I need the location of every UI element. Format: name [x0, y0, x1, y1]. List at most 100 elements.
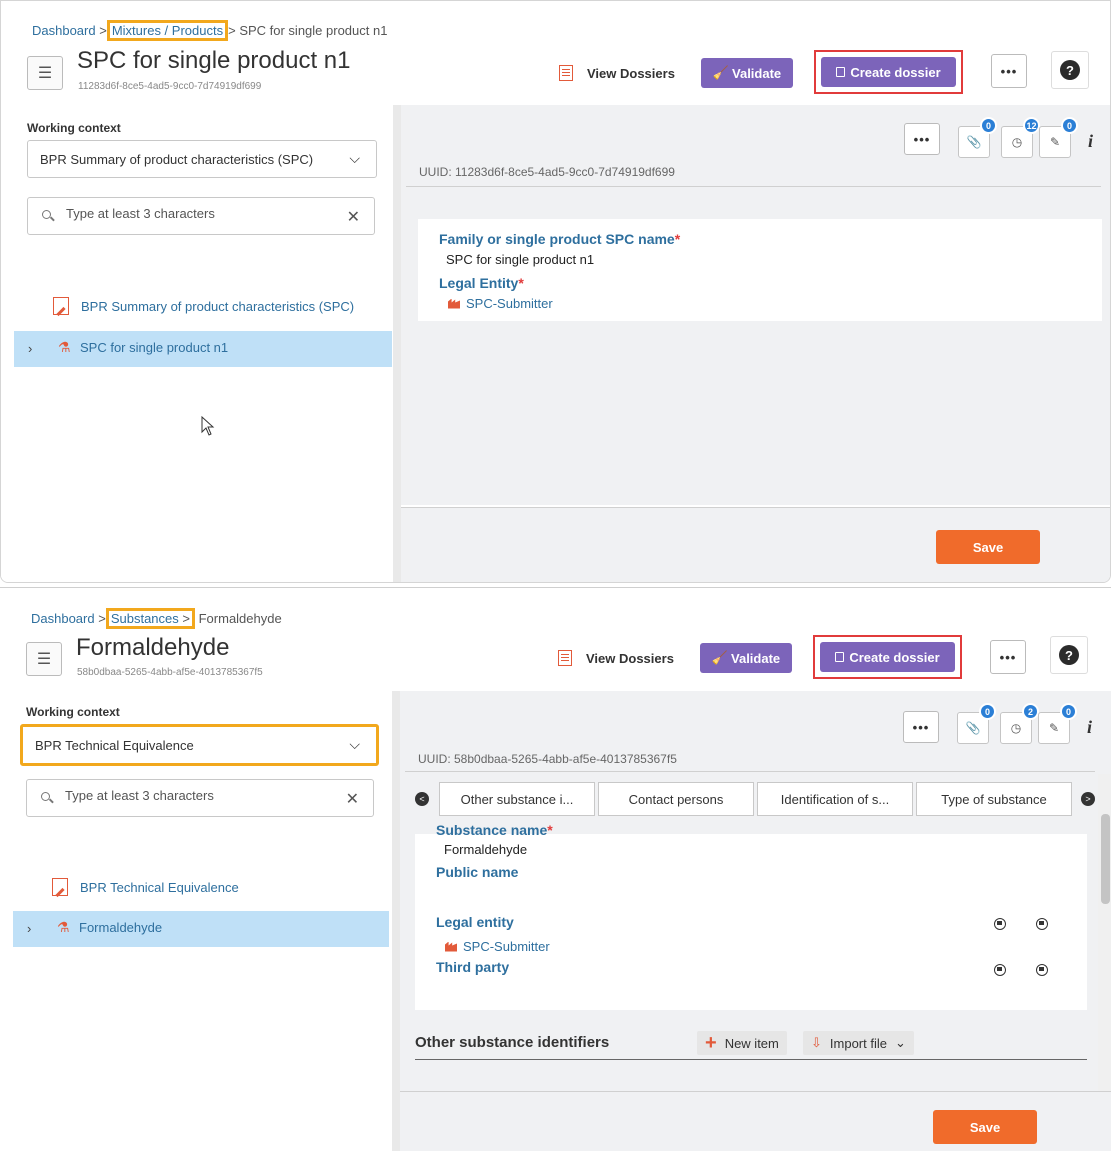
breadcrumb-dashboard[interactable]: Dashboard: [31, 611, 95, 626]
uuid-label: UUID: 58b0dbaa-5265-4abb-af5e-4013785367…: [418, 752, 677, 766]
working-context-value: BPR Summary of product characteristics (…: [40, 151, 314, 167]
history-badge: 12: [1023, 117, 1040, 134]
substance-name-label-text: Substance name: [436, 822, 548, 838]
annotations-button[interactable]: ✎ 0: [1038, 703, 1077, 744]
scrollbar-thumb[interactable]: [1101, 814, 1110, 904]
flag-icon[interactable]: [994, 918, 1006, 930]
menu-toggle-button[interactable]: ☰: [26, 642, 62, 676]
validate-button[interactable]: 🧹 Validate: [701, 58, 793, 88]
paperclip-icon: 📎: [966, 135, 982, 149]
clear-icon[interactable]: ✕: [346, 789, 359, 809]
tree-root-item[interactable]: BPR Summary of product characteristics (…: [53, 297, 354, 315]
tabs-prev-icon[interactable]: <: [415, 792, 429, 806]
view-dossiers-button[interactable]: View Dossiers: [559, 59, 675, 87]
tabs-next-icon[interactable]: >: [1081, 792, 1095, 806]
import-icon: ⇩: [811, 1035, 822, 1050]
uuid-label: UUID: 11283d6f-8ce5-4ad5-9cc0-7d74919df6…: [419, 165, 675, 179]
tree-root-item[interactable]: BPR Technical Equivalence: [52, 878, 239, 896]
save-button[interactable]: Save: [936, 530, 1040, 564]
attachments-button[interactable]: 📎 0: [958, 117, 997, 158]
tree-selected-item[interactable]: › ⚗ SPC for single product n1: [14, 331, 392, 367]
legal-entity-label: Legal entity: [436, 914, 514, 930]
history-badge: 2: [1022, 703, 1039, 720]
chevron-down-icon: ⌵: [349, 150, 360, 166]
save-button[interactable]: Save: [933, 1110, 1037, 1144]
content-more-button[interactable]: •••: [903, 711, 939, 743]
flag-icon[interactable]: [1036, 964, 1048, 976]
create-dossier-button[interactable]: Create dossier: [820, 642, 955, 672]
working-context-select[interactable]: BPR Technical Equivalence ⌵: [20, 724, 379, 766]
tree-search: ✕: [27, 197, 375, 235]
more-actions-button[interactable]: •••: [990, 640, 1026, 674]
menu-toggle-button[interactable]: ☰: [27, 56, 63, 90]
breadcrumb-current: Formaldehyde: [198, 611, 282, 626]
chevron-right-icon[interactable]: ›: [27, 921, 31, 936]
tree-selected-label: Formaldehyde: [79, 920, 163, 935]
content-more-button[interactable]: •••: [904, 123, 940, 155]
legal-entity-link[interactable]: SPC-Submitter: [448, 296, 553, 311]
broom-icon: 🧹: [712, 65, 730, 80]
breadcrumb: Dashboard > Mixtures / Products > SPC for …: [32, 20, 387, 41]
edit-document-icon: [53, 297, 69, 315]
substance-name-label: Substance name*: [436, 822, 553, 838]
breadcrumb-substances[interactable]: Substances: [111, 611, 179, 626]
hamburger-icon: ☰: [37, 65, 53, 82]
history-button[interactable]: ◷ 2: [1000, 703, 1039, 744]
flag-icon[interactable]: [1036, 918, 1048, 930]
tab-other-substance-identifiers[interactable]: Other substance i...: [439, 782, 595, 816]
footer-bar: Save: [400, 1091, 1111, 1151]
floppy-icon: [835, 652, 845, 662]
public-name-label: Public name: [436, 864, 519, 880]
tree-search-input[interactable]: [66, 206, 326, 221]
working-context-select[interactable]: BPR Summary of product characteristics (…: [27, 140, 377, 178]
tree-selected-item[interactable]: › ⚗ Formaldehyde: [13, 911, 389, 947]
validate-button[interactable]: 🧹 Validate: [700, 643, 792, 673]
annotations-button[interactable]: ✎ 0: [1039, 117, 1078, 158]
divider: [406, 186, 1101, 187]
flag-icon[interactable]: [994, 964, 1006, 976]
chevron-down-icon: ⌵: [349, 736, 360, 752]
family-name-value[interactable]: SPC for single product n1: [446, 252, 594, 267]
attachments-button[interactable]: 📎 0: [957, 703, 996, 744]
create-dossier-button[interactable]: Create dossier: [821, 57, 956, 87]
tab-contact-persons[interactable]: Contact persons: [598, 782, 754, 816]
hamburger-icon: ☰: [36, 651, 52, 668]
breadcrumb-separator: >: [99, 23, 107, 38]
tree-search-input[interactable]: [65, 788, 325, 803]
info-icon[interactable]: i: [1088, 131, 1093, 152]
search-icon: [42, 210, 51, 219]
paperclip-icon: 📎: [965, 721, 981, 735]
create-dossier-label: Create dossier: [849, 649, 940, 665]
pane-splitter[interactable]: [392, 691, 400, 1151]
chevron-right-icon[interactable]: ›: [28, 341, 32, 356]
legal-entity-value: SPC-Submitter: [463, 939, 550, 954]
tab-identification-of-substance[interactable]: Identification of s...: [757, 782, 913, 816]
factory-icon: [445, 941, 457, 952]
third-party-label: Third party: [436, 959, 510, 975]
help-button[interactable]: ?: [1051, 51, 1089, 89]
more-actions-button[interactable]: •••: [991, 54, 1027, 88]
search-icon: [41, 792, 50, 801]
footer-bar: Save: [401, 507, 1110, 582]
family-name-label-text: Family or single product SPC name: [439, 231, 675, 247]
history-button[interactable]: ◷ 12: [1001, 117, 1040, 158]
info-icon[interactable]: i: [1087, 717, 1092, 738]
navigation-pane: Working context BPR Technical Equivalenc…: [0, 691, 392, 1151]
page-uuid: 58b0dbaa-5265-4abb-af5e-4013785367f5: [77, 667, 263, 678]
import-file-button[interactable]: ⇩ Import file ⌄: [803, 1031, 914, 1055]
breadcrumb-mixtures-products[interactable]: Mixtures / Products: [112, 23, 223, 38]
legal-entity-link[interactable]: SPC-Submitter: [445, 939, 550, 954]
panel-substance: Dashboard > Substances > Formaldehyde ☰ F…: [0, 594, 1111, 1151]
factory-icon: [448, 298, 460, 309]
tab-type-of-substance[interactable]: Type of substance: [916, 782, 1072, 816]
new-item-button[interactable]: + New item: [697, 1031, 787, 1055]
legal-entity-label-text: Legal Entity: [439, 275, 519, 291]
help-button[interactable]: ?: [1050, 636, 1088, 674]
pane-splitter[interactable]: [393, 105, 401, 582]
plus-icon: +: [705, 1032, 717, 1054]
breadcrumb-dashboard[interactable]: Dashboard: [32, 23, 96, 38]
substance-name-value[interactable]: Formaldehyde: [444, 842, 527, 857]
view-dossiers-button[interactable]: View Dossiers: [558, 644, 674, 672]
help-icon: ?: [1059, 645, 1079, 665]
clear-icon[interactable]: ✕: [347, 207, 360, 227]
